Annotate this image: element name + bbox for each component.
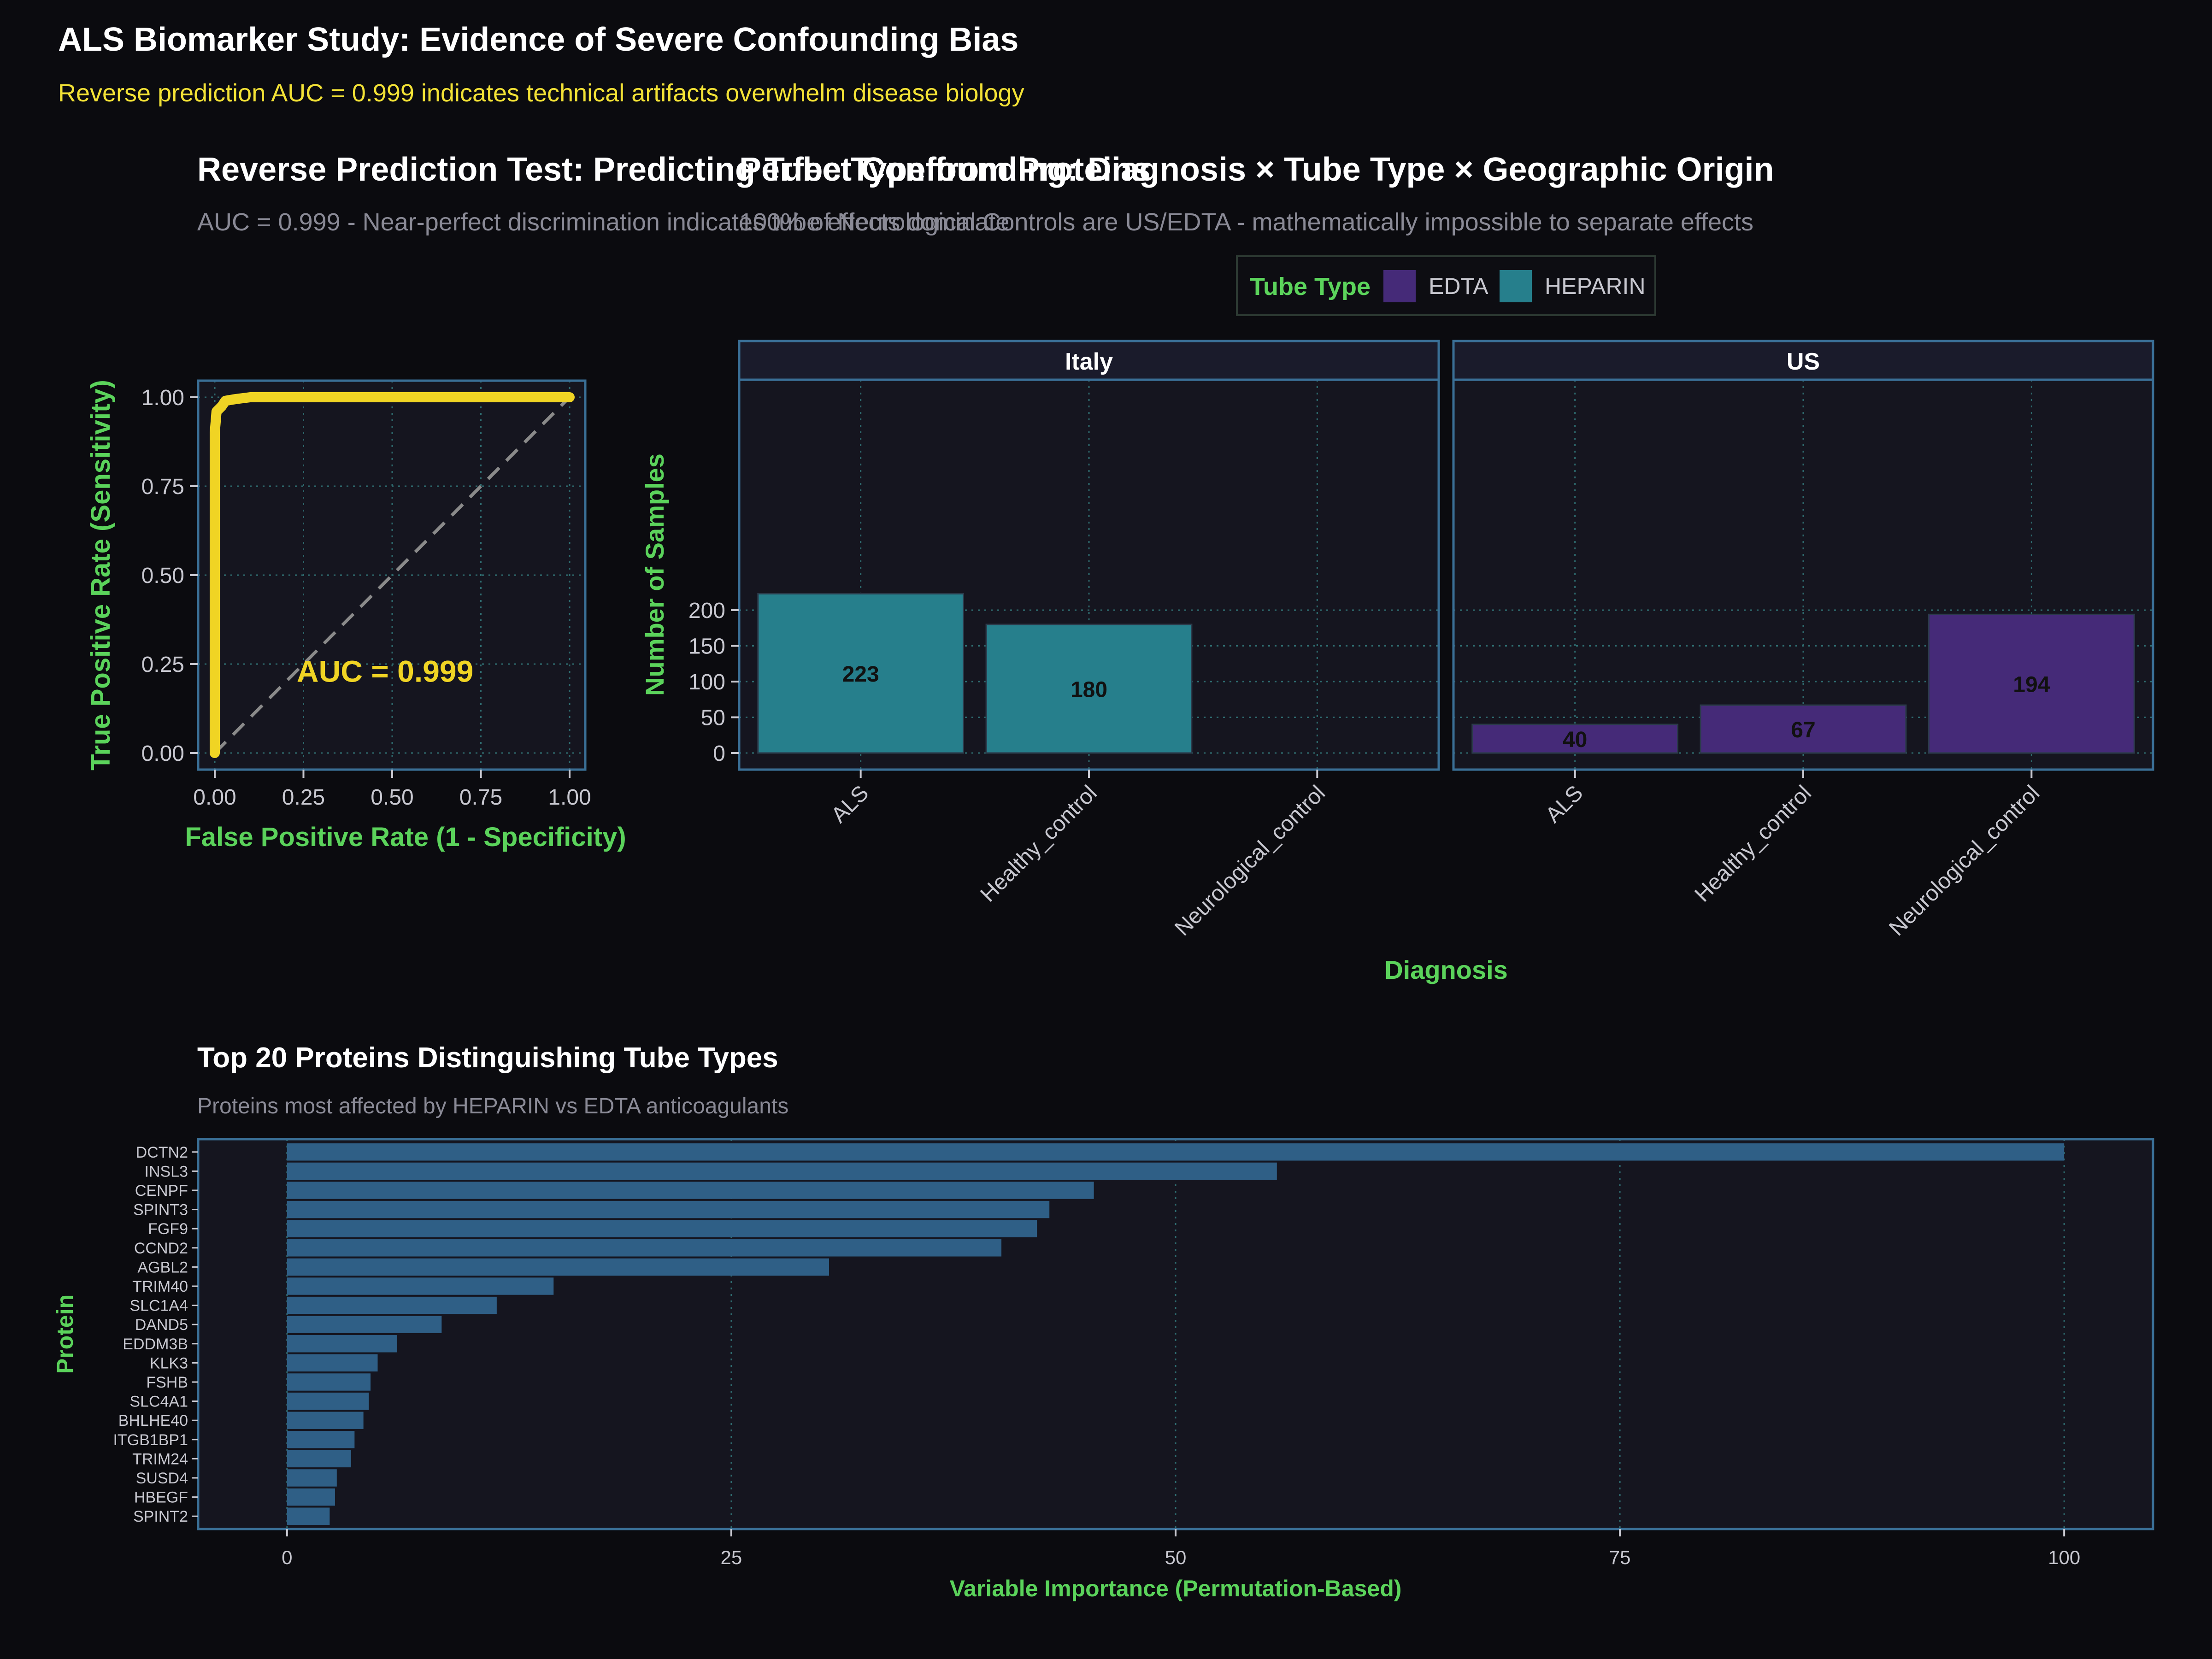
importance-bar-slc1a4 [287,1296,497,1314]
importance-protein-label: SPINT3 [133,1201,188,1219]
importance-bar-insl3 [287,1162,1277,1180]
importance-protein-label: SPINT2 [133,1508,188,1525]
roc-y-tick-label: 0.25 [141,653,184,677]
roc-x-tick-label: 0.50 [371,785,413,810]
main-subtitle: Reverse prediction AUC = 0.999 indicates… [58,79,1024,107]
importance-bar-susd4 [287,1469,337,1487]
bar-value-label: 40 [1563,728,1587,752]
importance-y-axis-label: Protein [52,1294,78,1374]
importance-title: Top 20 Proteins Distinguishing Tube Type… [197,1042,778,1074]
facet-strip-label: Italy [1065,348,1113,375]
importance-protein-label: SLC1A4 [129,1297,188,1315]
facet-y-tick-label: 50 [701,706,725,730]
roc-x-axis-label: False Positive Rate (1 - Specificity) [185,822,626,852]
roc-y-tick-label: 1.00 [141,386,184,410]
roc-y-tick-label: 0.75 [141,475,184,499]
importance-x-axis-label: Variable Importance (Permutation-Based) [950,1576,1402,1601]
importance-x-tick-label: 100 [2048,1547,2080,1568]
importance-bar-hbegf [287,1488,335,1506]
importance-protein-label: KLK3 [150,1354,188,1372]
importance-bar-spint2 [287,1507,330,1525]
confounding-x-axis-label: Diagnosis [1384,955,1508,984]
importance-bar-spint3 [287,1200,1050,1218]
importance-protein-label: TRIM40 [132,1278,188,1295]
importance-protein-label: FSHB [146,1374,188,1391]
importance-bar-fshb [287,1373,371,1391]
importance-x-tick-label: 75 [1609,1547,1631,1568]
legend-label-edta: EDTA [1429,273,1488,299]
importance-bar-bhlhe40 [287,1412,364,1429]
importance-x-tick-label: 0 [282,1547,292,1568]
confounding-y-axis-label: Number of Samples [640,453,669,696]
importance-x-tick-label: 25 [721,1547,742,1568]
importance-bar-slc4a1 [287,1392,369,1410]
tube-type-legend: Tube Type EDTA HEPARIN [1236,255,1656,316]
importance-bar-eddm3b [287,1335,397,1353]
importance-protein-label: FGF9 [148,1220,188,1238]
legend-title: Tube Type [1250,273,1371,300]
roc-y-axis-label: True Positive Rate (Sensitivity) [86,380,116,771]
importance-x-tick-label: 50 [1165,1547,1187,1568]
legend-swatch-edta [1383,270,1416,302]
roc-y-tick-label: 0.50 [141,564,184,588]
importance-protein-label: EDDM3B [123,1335,188,1353]
importance-bar-dctn2 [287,1143,2065,1161]
facet-y-tick-label: 150 [688,635,725,659]
importance-protein-label: TRIM24 [132,1450,188,1468]
bar-value-label: 223 [842,662,879,687]
importance-protein-label: SUSD4 [136,1470,188,1487]
importance-protein-label: INSL3 [145,1163,188,1180]
importance-bar-klk3 [287,1354,378,1372]
bar-value-label: 194 [2013,673,2050,697]
roc-x-tick-label: 0.75 [459,785,502,810]
facet-y-tick-label: 0 [713,741,725,766]
importance-protein-label: SLC4A1 [129,1393,188,1411]
legend-swatch-heparin [1500,270,1532,302]
importance-subtitle: Proteins most affected by HEPARIN vs EDT… [197,1094,788,1118]
importance-bar-trim40 [287,1277,554,1295]
importance-bar-dand5 [287,1316,442,1333]
figure-root: ALS Biomarker Study: Evidence of Severe … [0,0,2212,1659]
roc-auc-annotation: AUC = 0.999 [297,654,473,688]
confounding-title: Perfect Confounding: Diagnosis × Tube Ty… [739,151,1774,188]
bar-value-label: 67 [1791,718,1815,742]
confounding-subtitle: 100% of Neurological Controls are US/EDT… [739,208,1753,236]
importance-protein-label: ITGB1BP1 [113,1431,188,1449]
importance-bar-ccnd2 [287,1239,1002,1257]
roc-y-tick-label: 0.00 [141,741,184,766]
importance-bar-fgf9 [287,1220,1037,1237]
roc-x-tick-label: 0.25 [282,785,325,810]
importance-bar-itgb1bp1 [287,1431,355,1448]
importance-protein-label: CCND2 [134,1240,188,1257]
importance-bar-agbl2 [287,1258,830,1276]
roc-x-tick-label: 1.00 [548,785,591,810]
facet-y-tick-label: 200 [688,599,725,623]
facet-strip-label: US [1787,348,1820,375]
importance-protein-label: DCTN2 [136,1144,188,1161]
importance-bar-trim24 [287,1450,351,1468]
importance-protein-label: BHLHE40 [118,1412,188,1430]
figure-canvas: ALS Biomarker Study: Evidence of Severe … [0,0,2212,1659]
importance-protein-label: AGBL2 [137,1259,188,1276]
roc-x-tick-label: 0.00 [193,785,236,810]
importance-protein-label: CENPF [135,1182,188,1200]
main-title: ALS Biomarker Study: Evidence of Severe … [58,21,1018,58]
legend-label-heparin: HEPARIN [1545,273,1646,299]
bar-value-label: 180 [1071,678,1107,702]
importance-protein-label: DAND5 [135,1316,188,1334]
importance-bar-cenpf [287,1182,1094,1199]
facet-y-tick-label: 100 [688,670,725,694]
importance-protein-label: HBEGF [134,1489,188,1506]
